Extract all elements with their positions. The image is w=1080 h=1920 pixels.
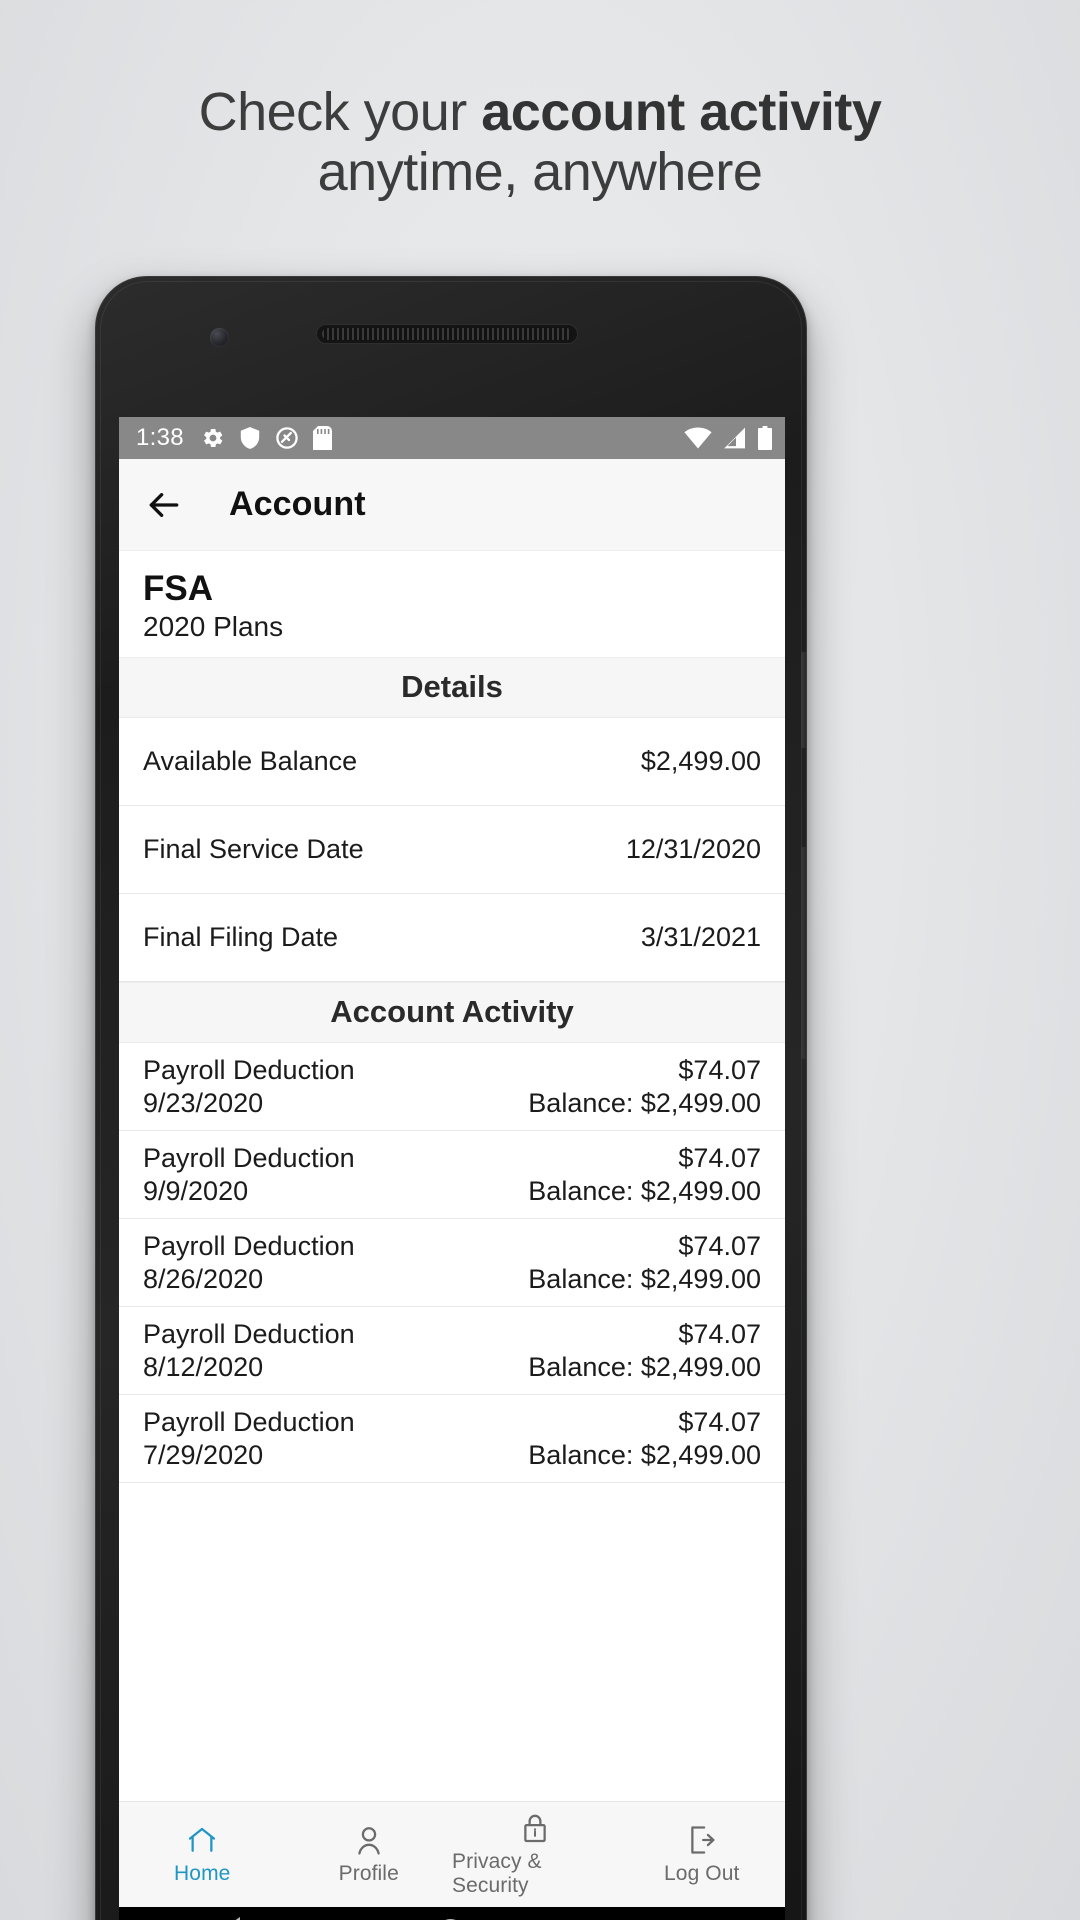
status-right-icons <box>684 426 772 450</box>
activity-title: Payroll Deduction <box>143 1054 355 1085</box>
plan-name: FSA <box>143 569 213 608</box>
promo-line2: anytime, anywhere <box>317 142 763 203</box>
promo-headline: Check your account activity anytime, any… <box>0 82 1080 203</box>
back-arrow-icon[interactable] <box>145 486 183 524</box>
volume-button[interactable] <box>801 652 806 748</box>
earpiece-speaker <box>316 324 578 344</box>
activity-amount: $74.07 <box>678 1318 761 1349</box>
battery-icon <box>758 426 772 450</box>
lock-icon <box>524 1814 547 1843</box>
detail-value: 3/31/2021 <box>640 922 761 953</box>
activity-amount: $74.07 <box>678 1142 761 1173</box>
nav-label-home: Home <box>174 1862 231 1885</box>
table-row[interactable]: Payroll Deduction $74.07 9/23/2020 Balance… <box>119 1043 785 1132</box>
activity-title: Payroll Deduction <box>143 1142 355 1173</box>
plan-subtitle: 2020 Plans <box>143 611 284 643</box>
power-button[interactable] <box>801 847 806 1059</box>
details-section-header: Details <box>119 657 785 719</box>
table-row[interactable]: Payroll Deduction $74.07 9/9/2020 Balance:… <box>119 1131 785 1220</box>
detail-value: $2,499.00 <box>640 746 761 777</box>
page-title: Account <box>229 485 366 523</box>
table-row[interactable]: Payroll Deduction $74.07 7/29/2020 Balance… <box>119 1395 785 1484</box>
android-system-nav <box>119 1907 785 1920</box>
do-not-disturb-icon <box>276 427 298 449</box>
activity-amount: $74.07 <box>678 1230 761 1261</box>
activity-balance: Balance: $2,499.00 <box>528 1439 761 1470</box>
front-camera-icon <box>210 328 229 347</box>
nav-item-privacy-security[interactable]: Privacy & Security <box>452 1811 619 1898</box>
activity-amount: $74.07 <box>678 1054 761 1085</box>
detail-value: 12/31/2020 <box>625 834 761 865</box>
promo-line1-prefix: Check your <box>198 82 482 142</box>
phone-mockup: 1:38 Account FSA 2020 Plans Details Avai… <box>95 276 807 1920</box>
nav-item-home[interactable]: Home <box>119 1823 286 1886</box>
detail-label: Final Filing Date <box>143 922 339 953</box>
nav-label-profile: Profile <box>338 1862 399 1885</box>
phone-screen: 1:38 Account FSA 2020 Plans Details Avai… <box>119 417 785 1907</box>
activity-date: 9/23/2020 <box>143 1087 264 1118</box>
activity-title: Payroll Deduction <box>143 1230 355 1261</box>
activity-balance: Balance: $2,499.00 <box>528 1087 761 1118</box>
status-bar: 1:38 <box>119 417 785 459</box>
app-bar: Account <box>119 459 785 551</box>
activity-date: 8/12/2020 <box>143 1351 264 1382</box>
detail-row[interactable]: Final Filing Date 3/31/2021 <box>119 894 785 983</box>
activity-balance: Balance: $2,499.00 <box>528 1351 761 1382</box>
cell-signal-icon <box>724 427 745 449</box>
promo-line1-bold: account activity <box>481 82 882 142</box>
table-row[interactable]: Payroll Deduction $74.07 8/26/2020 Balance… <box>119 1219 785 1308</box>
detail-label: Final Service Date <box>143 834 364 865</box>
nav-label-log-out: Log Out <box>664 1862 740 1885</box>
plan-header: FSA 2020 Plans <box>119 551 785 658</box>
detail-label: Available Balance <box>143 746 358 777</box>
activity-title: Payroll Deduction <box>143 1318 355 1349</box>
gear-icon <box>204 428 223 448</box>
activity-amount: $74.07 <box>678 1406 761 1437</box>
activity-balance: Balance: $2,499.00 <box>528 1263 761 1294</box>
detail-row[interactable]: Available Balance $2,499.00 <box>119 718 785 807</box>
home-icon <box>189 1827 216 1852</box>
person-icon <box>357 1827 380 1855</box>
status-left-icons <box>201 426 684 450</box>
bottom-navigation: Home Profile Privacy & Security Log Out <box>119 1801 785 1907</box>
nav-item-profile[interactable]: Profile <box>286 1823 453 1886</box>
activity-date: 7/29/2020 <box>143 1439 264 1470</box>
activity-section-header: Account Activity <box>119 982 785 1044</box>
nav-item-log-out[interactable]: Log Out <box>619 1823 786 1886</box>
table-row[interactable]: Payroll Deduction $74.07 8/12/2020 Balance… <box>119 1307 785 1396</box>
activity-date: 9/9/2020 <box>143 1175 249 1206</box>
activity-balance: Balance: $2,499.00 <box>528 1175 761 1206</box>
account-content-scroll[interactable]: FSA 2020 Plans Details Available Balance… <box>119 551 785 1801</box>
detail-row[interactable]: Final Service Date 12/31/2020 <box>119 806 785 895</box>
sd-card-icon <box>312 426 332 450</box>
activity-title: Payroll Deduction <box>143 1406 355 1437</box>
logout-icon <box>690 1826 715 1854</box>
wifi-icon <box>684 427 712 449</box>
shield-icon <box>240 427 260 449</box>
nav-label-privacy-security: Privacy & Security <box>452 1850 542 1897</box>
activity-date: 8/26/2020 <box>143 1263 264 1294</box>
status-clock: 1:38 <box>136 424 184 451</box>
